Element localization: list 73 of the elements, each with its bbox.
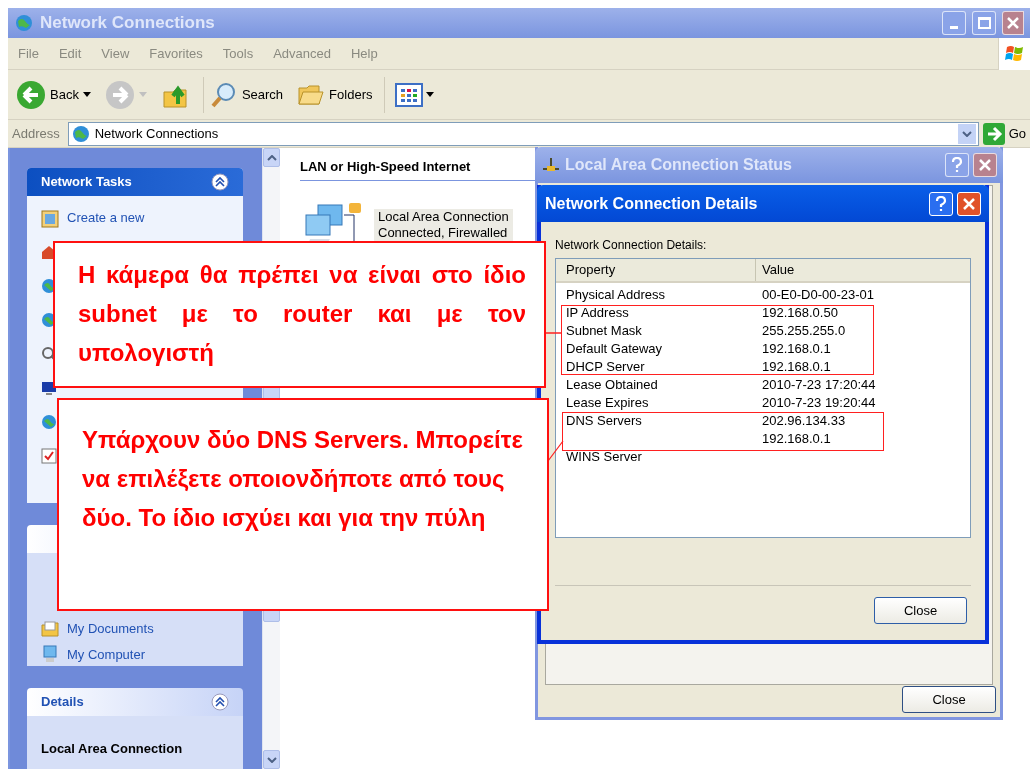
dropdown-caret-icon[interactable] [82,92,91,97]
wizard-icon [41,210,59,228]
back-button[interactable]: Back [16,79,79,110]
property-name: Lease Expires [566,395,649,410]
computer-icon [41,645,59,664]
network-plug-icon [541,157,561,173]
callout-tooltip: Η κάμερα θα πρέπει να είναι στο ίδιο subnet με το router και με τον υπολογιστή [53,241,546,388]
search-button[interactable]: Search [209,80,284,109]
property-value: 2010-7-23 19:20:44 [762,395,876,410]
callout-tooltip: Υπάρχουν δύο DNS Servers. Μπορείτε να επιλέξετε οποιονδήποτε από τους δύο. Το ίδιο ισχύει και για την πύλη [57,398,549,611]
dialog-title: Network Connection Details [545,193,759,214]
panel-title: Details [41,693,84,712]
property-name: IP Address [566,305,629,320]
globe-icon [41,414,57,430]
question-mark-icon [935,195,947,212]
column-header[interactable]: Property [556,259,756,281]
close-icon [1006,16,1020,30]
property-value: 2010-7-23 17:20:44 [762,377,876,392]
place-link[interactable]: My Computer [67,644,146,664]
task-link[interactable]: Create a new [67,210,145,226]
help-button[interactable] [929,191,953,216]
maximize-button[interactable] [972,11,996,35]
property-value: 192.168.0.50 [762,305,838,320]
minimize-button[interactable] [942,11,966,35]
property-value: 192.168.0.1 [762,341,831,356]
close-button[interactable] [973,153,997,177]
property-name: Subnet Mask [566,323,642,338]
grid-icon [395,82,424,107]
close-button[interactable]: Close [874,597,967,624]
leader-line [547,440,564,462]
collapse-chevron-icon[interactable] [211,173,229,191]
close-button[interactable] [957,191,981,216]
details-subtitle: Local Area Connection [41,741,183,756]
property-name: WINS Server [566,449,642,464]
property-name: Physical Address [566,287,665,302]
column-header[interactable]: Value [756,259,970,281]
property-value: 202.96.134.33 [762,413,846,428]
question-mark-icon [951,157,963,173]
property-value: 00-E0-D0-00-23-01 [762,287,874,302]
search-icon [209,80,238,109]
globe-icon [70,123,91,144]
address-label: Address [11,124,61,143]
globe-icon [14,13,34,33]
property-name: Default Gateway [566,341,663,356]
property-name: DNS Servers [566,413,642,428]
connection-name[interactable]: Local Area Connection [378,209,509,225]
go-button[interactable]: Go [982,122,1026,145]
property-value: 255.255.255.0 [762,323,846,338]
windows-flag-icon [1004,43,1025,64]
place-link[interactable]: My Documents [67,619,154,639]
dialog-title: Local Area Connection Status [565,155,793,175]
folders-button[interactable]: Folders [297,81,373,108]
details-label: Network Connection Details: [555,237,708,254]
views-button[interactable] [395,82,435,107]
window-title: Network Connections [40,12,216,35]
property-value: 192.168.0.1 [762,431,831,446]
close-icon [978,158,992,172]
close-button[interactable] [1002,11,1024,35]
property-name: DHCP Server [566,359,645,374]
property-value: 192.168.0.1 [762,359,831,374]
group-heading: LAN or High-Speed Internet [300,159,471,174]
checklist-icon [41,448,57,464]
address-field[interactable]: Network Connections [67,121,979,146]
collapse-chevron-icon[interactable] [211,693,229,711]
connection-status: Connected, Firewalled [378,225,509,241]
panel-title: Network Tasks [41,173,132,192]
documents-folder-icon [41,619,59,638]
close-button[interactable]: Close [902,686,996,713]
property-name: Lease Obtained [566,377,658,392]
caret-icon [426,92,435,97]
close-icon [962,196,976,211]
help-button[interactable] [945,153,969,177]
leader-line [545,332,562,334]
